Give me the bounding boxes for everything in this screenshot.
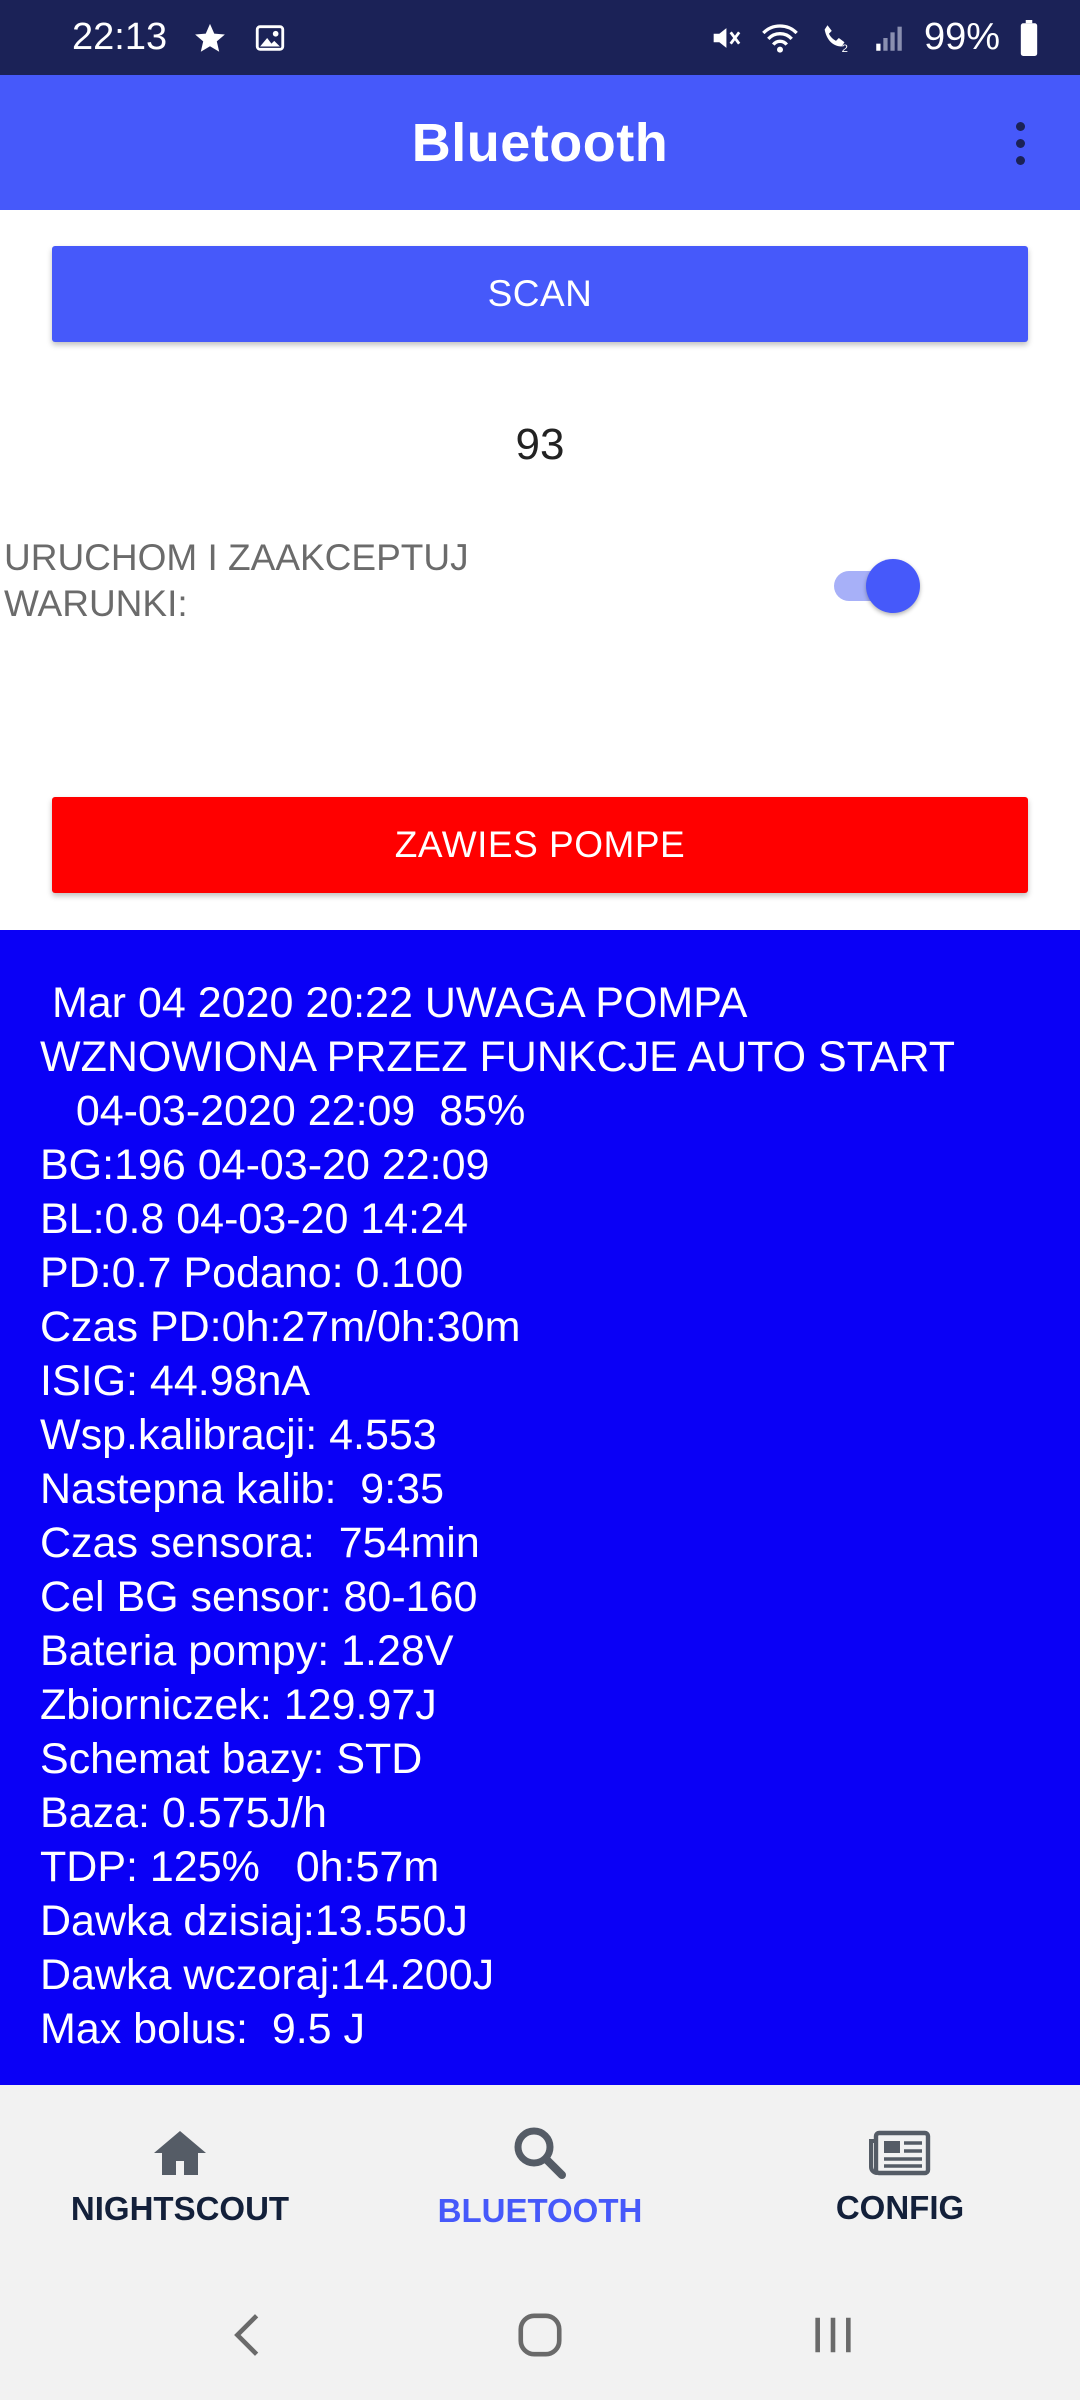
log-line: Nastepna kalib: 9:35 [40,1465,444,1513]
battery-percent: 99% [923,16,1000,58]
log-line: Czas sensora: 754min [40,1519,480,1567]
mute-icon [708,21,742,55]
image-icon [253,21,287,55]
toggle-thumb [866,559,920,613]
status-left: 22:13 [72,16,287,59]
log-line: BL:0.8 04-03-20 14:24 [40,1195,468,1243]
status-bar: 22:13 2 99% [0,0,1080,75]
wifi-icon [760,21,800,55]
log-line: BG:196 04-03-20 22:09 [40,1141,490,1189]
more-vert-icon[interactable] [990,113,1050,173]
status-time: 22:13 [72,16,168,58]
status-right: 2 99% [708,16,1040,59]
accept-terms-toggle[interactable] [834,555,922,613]
back-icon[interactable] [202,2290,292,2380]
log-line: Max bolus: 9.5 J [40,2005,366,2053]
log-line: WZNOWIONA PRZEZ FUNKCJE AUTO START [40,1033,955,1081]
star-icon [193,21,227,55]
system-navigation [0,2270,1080,2400]
nav-label-config: CONFIG [835,2189,965,2226]
nav-item-nightscout[interactable]: NIGHTSCOUT [0,2085,360,2270]
log-line: ISIG: 44.98nA [40,1357,311,1405]
nav-item-bluetooth[interactable]: BLUETOOTH [360,2085,720,2270]
scan-button[interactable]: SCAN [52,246,1028,342]
home-circle-icon[interactable] [495,2290,585,2380]
newspaper-icon [868,2128,932,2183]
log-line: Baza: 0.575J/h [40,1789,327,1837]
log-line: PD:0.7 Podano: 0.100 [40,1249,464,1297]
nav-label-nightscout: NIGHTSCOUT [70,2190,290,2227]
home-icon [149,2127,211,2184]
log-line: Bateria pompy: 1.28V [40,1627,454,1675]
log-line: Wsp.kalibracji: 4.553 [40,1411,437,1459]
log-line: Cel BG sensor: 80-160 [40,1573,478,1621]
device-counter: 93 [515,420,565,469]
nav-label-bluetooth: BLUETOOTH [437,2192,643,2229]
svg-text:2: 2 [842,43,848,55]
log-line: Dawka wczoraj:14.200J [40,1951,495,1999]
wifi-call-icon: 2 [818,21,854,55]
app-bar: Bluetooth [0,75,1080,210]
log-line: Schemat bazy: STD [40,1735,423,1783]
pump-log-panel[interactable]: Mar 04 2020 20:22 UWAGA POMPA WZNOWIONA … [0,930,1080,2085]
bottom-navigation: NIGHTSCOUT BLUETOOTH CONFIG [0,2085,1080,2270]
log-line: TDP: 125% 0h:57m [40,1843,440,1891]
suspend-pump-button[interactable]: ZAWIES POMPE [52,797,1028,893]
log-line: 04-03-2020 22:09 85% [40,1087,526,1135]
search-icon [509,2125,571,2186]
signal-icon [872,21,906,55]
log-line: Dawka dzisiaj:13.550J [40,1897,468,1945]
log-line: Czas PD:0h:27m/0h:30m [40,1303,521,1351]
app-title: Bluetooth [411,112,669,173]
nav-item-config[interactable]: CONFIG [720,2085,1080,2270]
recents-icon[interactable] [788,2290,878,2380]
accept-terms-label: URUCHOM I ZAAKCEPTUJ WARUNKI: [4,537,469,624]
log-line: Mar 04 2020 20:22 UWAGA POMPA [40,979,748,1027]
battery-icon [1018,19,1040,56]
log-line: Zbiorniczek: 129.97J [40,1681,437,1729]
